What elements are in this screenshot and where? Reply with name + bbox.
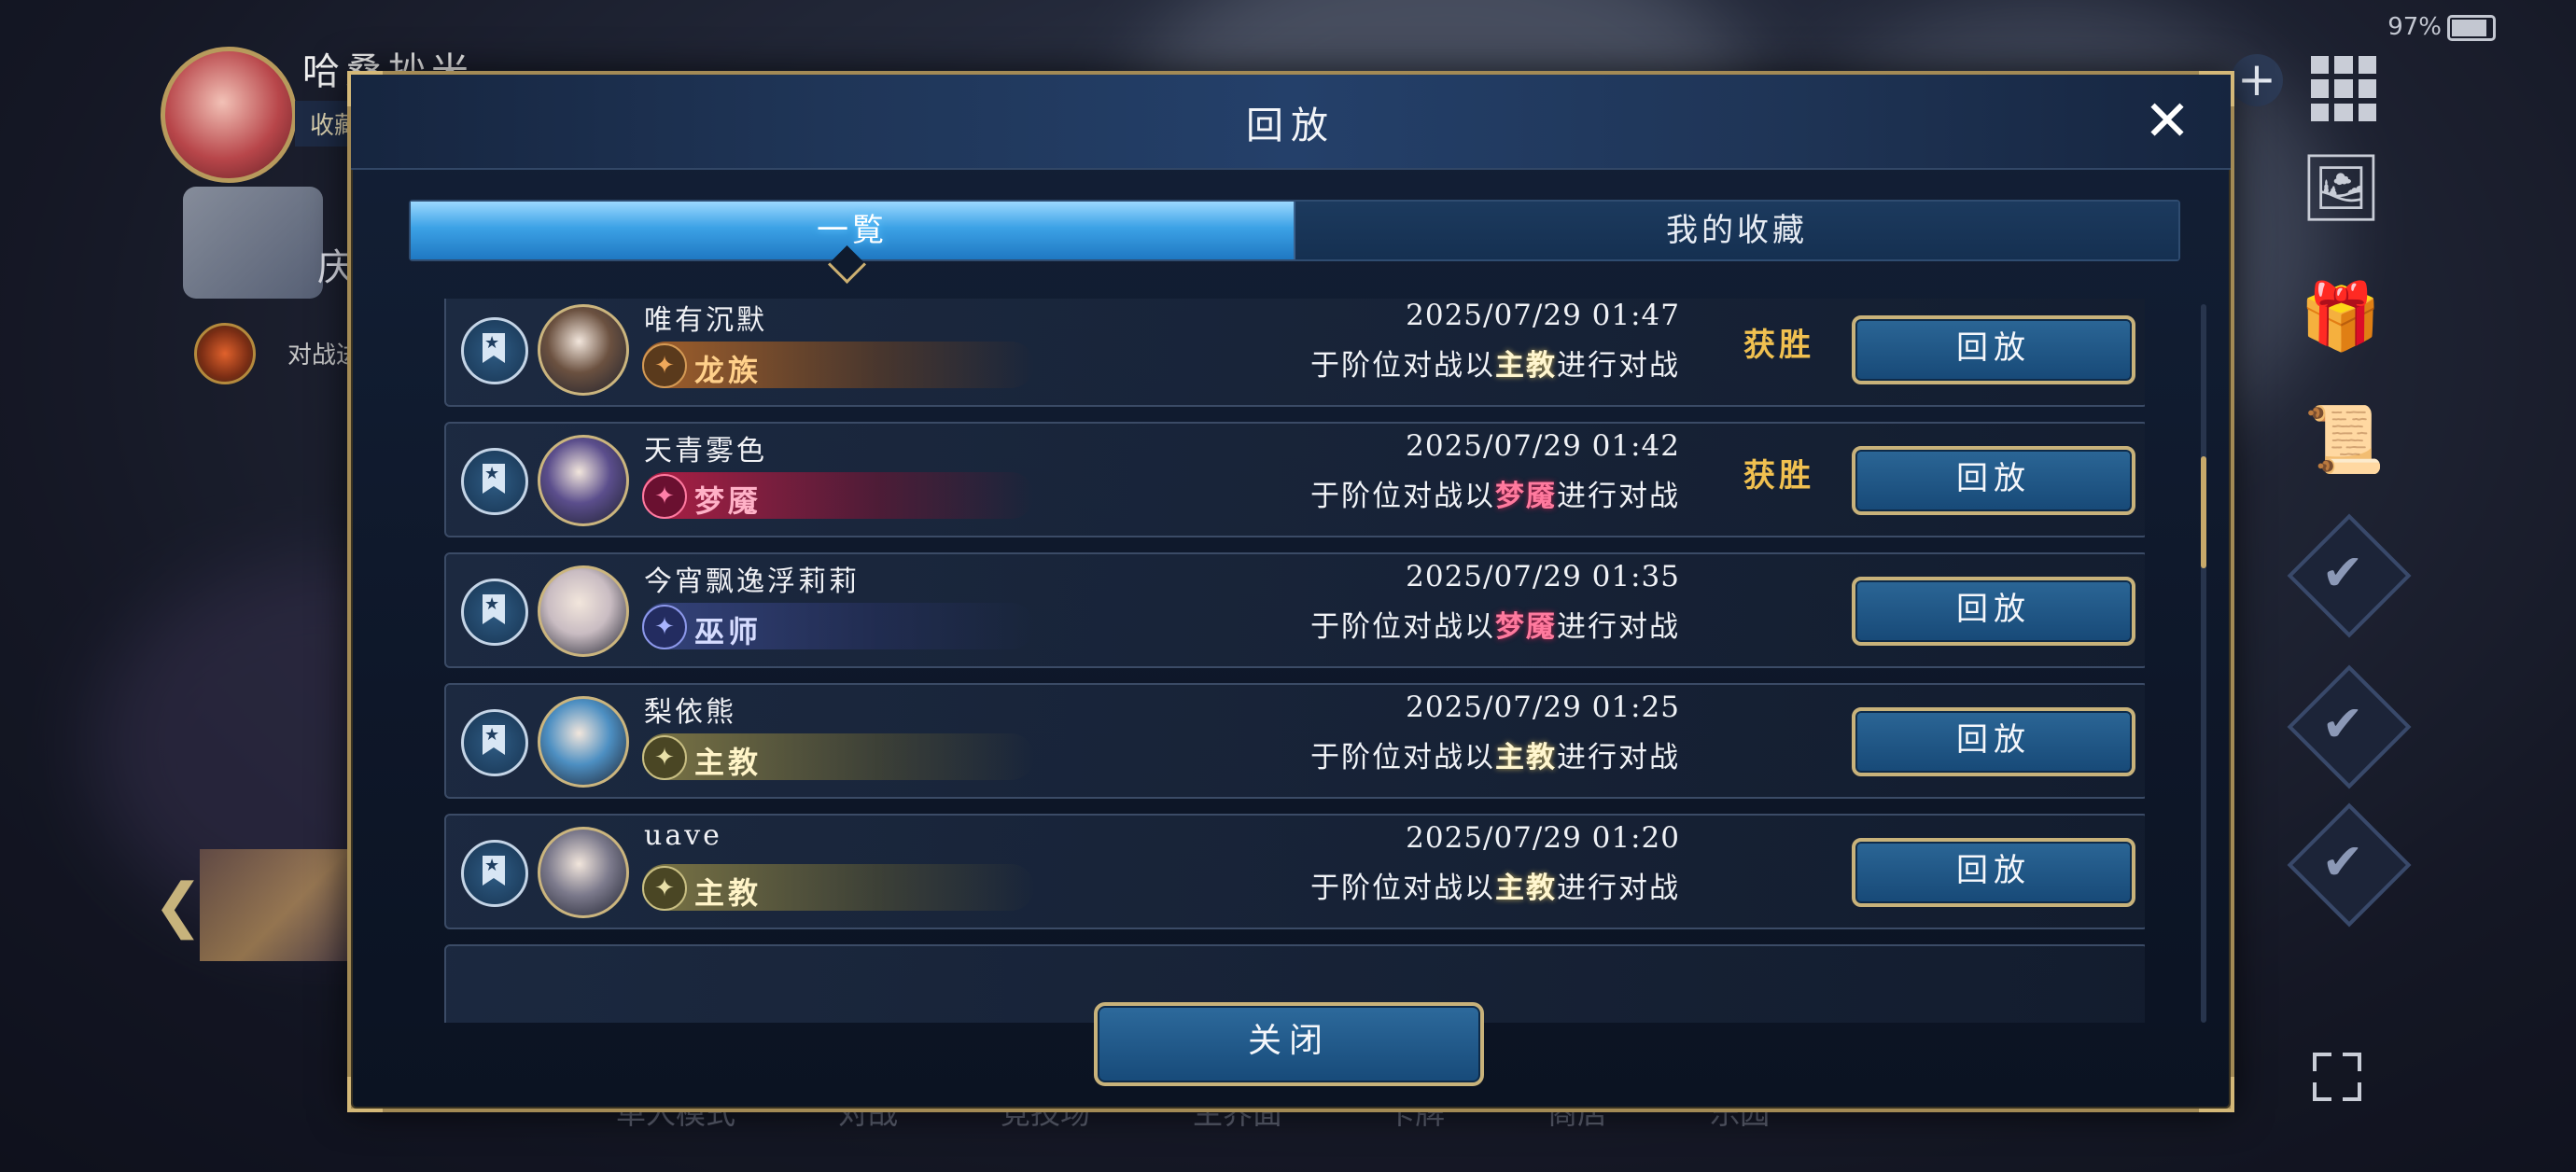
desc-suffix: 进行对战 [1557, 480, 1680, 513]
replay-dialog: 回放 ✕ 一覧 我的收藏 唯有沉默 ✦ 龙族 2025/07/29 01:47 … [347, 71, 2234, 1112]
desc-prefix: 于阶位对战以 [1310, 741, 1495, 774]
opponent-class-label: 主教 [694, 875, 763, 911]
opponent-name: 今宵飘逸浮莉莉 [644, 565, 860, 598]
rank-icon [194, 323, 256, 384]
opponent-class-badge: ✦ 龙族 [642, 342, 1034, 388]
chevron-left-icon[interactable]: ❮ [153, 872, 203, 941]
desc-prefix: 于阶位对战以 [1310, 349, 1495, 383]
player-avatar[interactable] [161, 47, 297, 183]
replay-button[interactable]: 回放 [1852, 315, 2135, 384]
match-description: 于阶位对战以梦魇进行对战 [1310, 603, 1680, 645]
opponent-class-label: 巫师 [694, 614, 763, 649]
scroll-thumb[interactable] [2201, 456, 2206, 568]
opponent-name: 天青雾色 [644, 435, 767, 467]
desc-prefix: 于阶位对战以 [1310, 610, 1495, 644]
replay-row: uave ✦ 主教 2025/07/29 01:20 于阶位对战以主教进行对战 … [444, 814, 2145, 929]
match-timestamp: 2025/07/29 01:35 [1406, 560, 1680, 593]
opponent-name: 梨依熊 [644, 696, 736, 729]
opponent-class-badge: ✦ 巫师 [642, 603, 1034, 649]
battery-level: 97% [2387, 13, 2442, 41]
opponent-name: uave [644, 819, 722, 852]
replay-row: 唯有沉默 ✦ 龙族 2025/07/29 01:47 于阶位对战以主教进行对战 … [444, 299, 2145, 407]
gift-icon[interactable]: 🎁 [2300, 284, 2381, 349]
replay-button[interactable]: 回放 [1852, 707, 2135, 776]
desc-suffix: 进行对战 [1557, 741, 1680, 774]
tab-all-label: 一覧 [817, 212, 888, 249]
class-icon: ✦ [642, 735, 687, 780]
frame-corner [347, 1077, 383, 1112]
desc-suffix: 进行对战 [1557, 610, 1680, 644]
replay-row: 梨依熊 ✦ 主教 2025/07/29 01:25 于阶位对战以主教进行对战 回… [444, 683, 2145, 799]
match-result: 获胜 [1743, 327, 1814, 364]
opponent-class-badge: ✦ 主教 [642, 864, 1034, 911]
dialog-title: 回放 [1246, 105, 1336, 147]
match-description: 于阶位对战以梦魇进行对战 [1310, 472, 1680, 514]
class-icon: ✦ [642, 343, 687, 388]
bookmark-icon[interactable] [461, 317, 528, 384]
replay-button[interactable]: 回放 [1852, 577, 2135, 646]
close-button[interactable]: 关闭 [1094, 1002, 1484, 1086]
replay-list[interactable]: 唯有沉默 ✦ 龙族 2025/07/29 01:47 于阶位对战以主教进行对战 … [444, 299, 2145, 1023]
plus-icon[interactable]: + [2231, 54, 2283, 106]
dialog-header: 回放 ✕ [351, 75, 2231, 170]
replay-button[interactable]: 回放 [1852, 838, 2135, 907]
check-icon: ✔ [2321, 694, 2364, 753]
scrollbar[interactable] [2201, 304, 2206, 1023]
check-icon: ✔ [2321, 832, 2364, 891]
match-timestamp: 2025/07/29 01:20 [1406, 821, 1680, 855]
opponent-avatar [538, 827, 629, 918]
match-description: 于阶位对战以主教进行对战 [1310, 342, 1680, 384]
desc-suffix: 进行对战 [1557, 349, 1680, 383]
match-result: 获胜 [1743, 457, 1814, 495]
opponent-class-label: 梦魇 [694, 483, 763, 519]
bookmark-icon[interactable] [461, 709, 528, 776]
tab-favorites[interactable]: 我的收藏 [1294, 202, 2178, 259]
opponent-name: 唯有沉默 [644, 304, 767, 337]
fullscreen-icon[interactable] [2313, 1053, 2361, 1101]
opponent-avatar [538, 696, 629, 788]
desc-prefix: 于阶位对战以 [1310, 872, 1495, 905]
active-tab-pointer [827, 244, 867, 285]
class-icon: ✦ [642, 605, 687, 649]
bookmark-icon[interactable] [461, 840, 528, 907]
tab-all[interactable]: 一覧 [411, 202, 1294, 285]
own-class-label: 主教 [1495, 872, 1557, 905]
tab-bar: 一覧 我的收藏 [409, 200, 2180, 285]
frame-corner [2199, 1077, 2234, 1112]
opponent-avatar [538, 565, 629, 657]
tab-favorites-label: 我的收藏 [1666, 212, 1808, 249]
match-timestamp: 2025/07/29 01:42 [1406, 429, 1680, 463]
replay-button[interactable]: 回放 [1852, 446, 2135, 515]
own-class-label: 梦魇 [1495, 480, 1557, 513]
own-class-label: 主教 [1495, 349, 1557, 383]
match-description: 于阶位对战以主教进行对战 [1310, 733, 1680, 775]
leader-portrait[interactable] [183, 187, 323, 299]
scroll-icon[interactable]: 📜 [2303, 407, 2385, 472]
check-icon: ✔ [2321, 543, 2364, 602]
opponent-class-badge: ✦ 主教 [642, 733, 1034, 780]
opponent-class-label: 龙族 [694, 353, 763, 388]
match-timestamp: 2025/07/29 01:25 [1406, 691, 1680, 724]
opponent-avatar [538, 435, 629, 526]
class-icon: ✦ [642, 474, 687, 519]
replay-row: 天青雾色 ✦ 梦魇 2025/07/29 01:42 于阶位对战以梦魇进行对战 … [444, 422, 2145, 537]
opponent-class-badge: ✦ 梦魇 [642, 472, 1034, 519]
opponent-class-label: 主教 [694, 745, 763, 780]
grid-menu-icon[interactable] [2311, 56, 2376, 121]
desc-prefix: 于阶位对战以 [1310, 480, 1495, 513]
replay-row: 今宵飘逸浮莉莉 ✦ 巫师 2025/07/29 01:35 于阶位对战以梦魇进行… [444, 552, 2145, 668]
battery-indicator: 97% [2387, 13, 2496, 41]
bookmark-icon[interactable] [461, 579, 528, 646]
close-icon[interactable]: ✕ [2141, 93, 2193, 149]
own-class-label: 梦魇 [1495, 610, 1557, 644]
match-timestamp: 2025/07/29 01:47 [1406, 299, 1680, 332]
opponent-avatar [538, 304, 629, 396]
gallery-icon[interactable]: 🖼 [2300, 155, 2383, 220]
class-icon: ✦ [642, 866, 687, 911]
bookmark-icon[interactable] [461, 448, 528, 515]
desc-suffix: 进行对战 [1557, 872, 1680, 905]
own-class-label: 主教 [1495, 741, 1557, 774]
match-description: 于阶位对战以主教进行对战 [1310, 864, 1680, 906]
battery-icon [2447, 14, 2496, 41]
